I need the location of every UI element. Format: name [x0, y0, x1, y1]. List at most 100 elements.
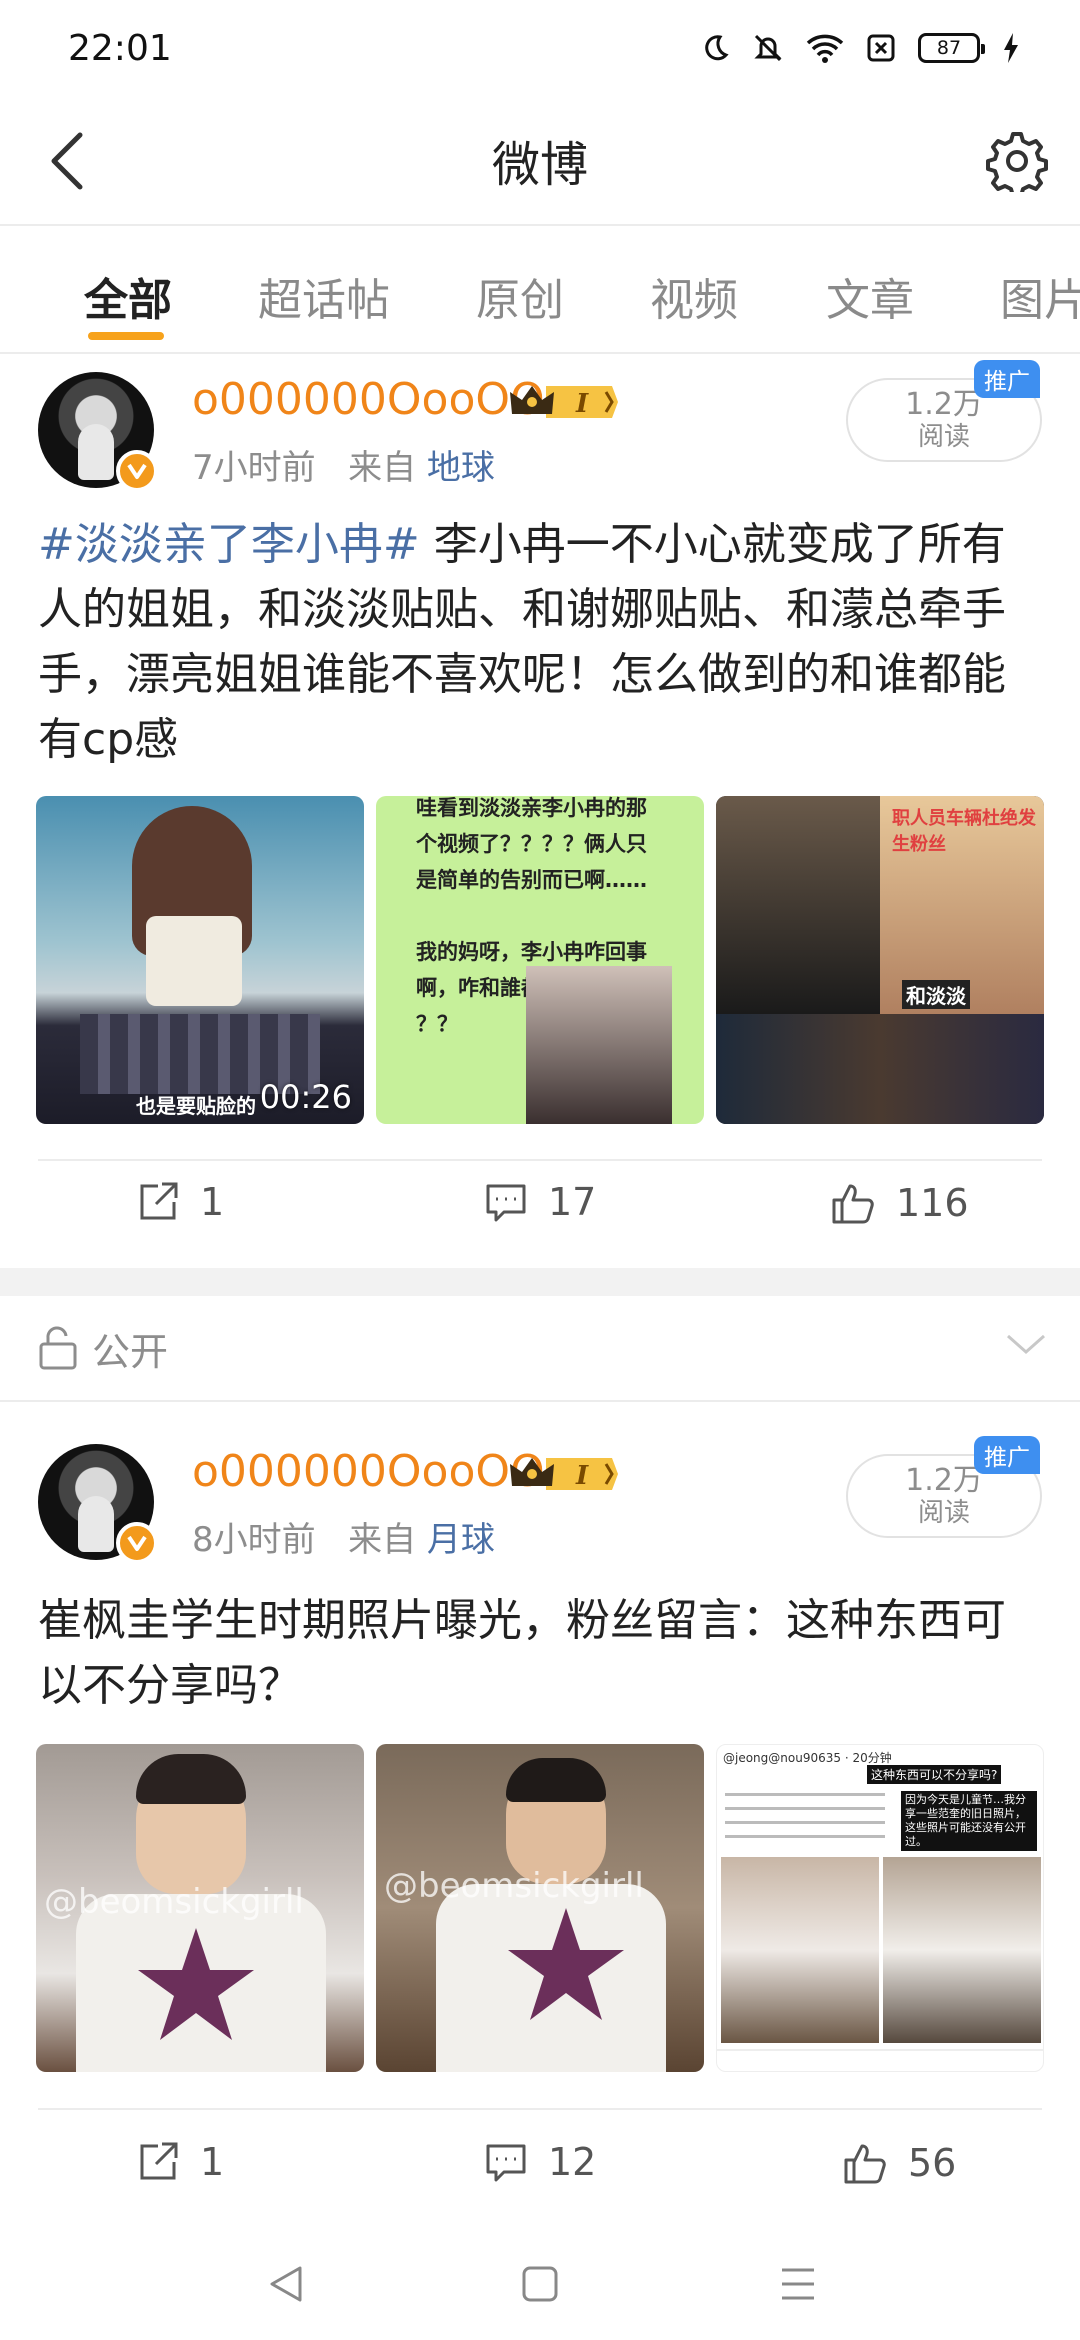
- app-header: 微博: [0, 96, 1080, 226]
- svg-text:I: I: [575, 389, 589, 419]
- photo-panel: [716, 1014, 1044, 1124]
- chevron-down-icon[interactable]: [1006, 1332, 1046, 1356]
- post-divider: [38, 2108, 1042, 2110]
- like-button[interactable]: 116: [830, 1180, 969, 1226]
- post-time: 8小时前: [192, 1520, 316, 1560]
- image-sign-text: 和淡淡: [902, 980, 970, 1009]
- post-text: 崔枫圭学生时期照片曝光，粉丝留言：这种东西可以不分享吗？: [38, 1595, 1006, 1711]
- share-button[interactable]: 1: [136, 1180, 224, 1224]
- system-nav-bar: [0, 2220, 1080, 2340]
- post-card[interactable]: o000000OooOO I 7小时前 来自 地球 1.2万 阅读 推广 #淡淡…: [0, 354, 1080, 1268]
- menu-lines-icon: [782, 2268, 814, 2300]
- wifi-icon: [806, 34, 844, 63]
- gear-icon: [986, 132, 1048, 192]
- comment-icon: [486, 1184, 526, 1222]
- tab-images[interactable]: 图片: [1000, 264, 1080, 328]
- tab-all[interactable]: 全部: [84, 264, 172, 328]
- section-gap: [0, 1268, 1080, 1296]
- comment-button[interactable]: 12: [484, 2140, 596, 2184]
- person-hair: [136, 1754, 246, 1804]
- vip-crown-badge-icon: I: [510, 1458, 618, 1491]
- share-button[interactable]: 1: [136, 2140, 224, 2184]
- svg-text:I: I: [575, 1461, 589, 1491]
- post-text: #淡淡亲了李小冉# 李小冉一不小心就变成了所有人的姐姐，和淡淡贴贴、和谢娜贴贴、…: [38, 512, 1048, 772]
- screenshot-photo: [721, 1857, 879, 2043]
- post-divider: [38, 1159, 1042, 1161]
- post-source[interactable]: 地球: [427, 448, 495, 488]
- post-card[interactable]: o000000OooOO I 8小时前 来自 月球 1.2万 阅读 推广 崔枫圭…: [0, 1402, 1080, 2220]
- post-image[interactable]: 职人员车辆杜绝发生粉丝 和淡淡: [716, 796, 1044, 1124]
- nav-back-button[interactable]: [256, 2254, 316, 2314]
- post-source[interactable]: 月球: [427, 1520, 495, 1560]
- share-count: 1: [200, 1180, 225, 1224]
- post-image[interactable]: 哇看到淡淡亲李小冉的那 个视频了？？？？俩人只 是简单的告别而已啊…… 我的妈呀…: [376, 796, 704, 1124]
- post-video-thumbnail[interactable]: 也是要贴脸的 00:26: [36, 796, 364, 1124]
- screenshot-handle: @jeong@nou90635 · 20分钟: [723, 1751, 892, 1765]
- avatar[interactable]: [38, 372, 158, 492]
- post-meta: 8小时前 来自 月球: [192, 1512, 495, 1561]
- visibility-bar[interactable]: 公开: [0, 1296, 1080, 1402]
- comment-button[interactable]: 17: [484, 1180, 596, 1224]
- avatar-figure: [78, 424, 114, 480]
- read-count-pill[interactable]: 1.2万 阅读 推广: [846, 360, 1042, 462]
- filter-tabs: 全部 超话帖 原创 视频 文章 图片: [0, 228, 1080, 354]
- screenshot-photo: [883, 1857, 1041, 2043]
- screenshot-quote: 这种东西可以不分享吗?: [867, 1765, 1002, 1784]
- triangle-back-icon: [270, 2266, 302, 2302]
- tab-article[interactable]: 文章: [826, 264, 914, 328]
- image-text-gap: [416, 898, 653, 934]
- status-bar: 22:01 87: [0, 0, 1080, 96]
- verified-badge-icon: [116, 450, 158, 492]
- settings-button[interactable]: [982, 126, 1052, 196]
- person-hair: [506, 1758, 606, 1802]
- hashtag-link[interactable]: #淡淡亲了李小冉#: [38, 519, 420, 570]
- tab-video[interactable]: 视频: [650, 264, 738, 328]
- post-image[interactable]: @jeong@nou90635 · 20分钟 这种东西可以不分享吗? 因为今天是…: [716, 1744, 1044, 2072]
- thumbs-up-icon: [844, 2144, 886, 2184]
- moon-icon: [705, 35, 729, 61]
- charging-icon: [1004, 33, 1018, 63]
- battery-icon: 87: [918, 33, 985, 63]
- like-count: 56: [908, 2141, 957, 2185]
- post-image[interactable]: @beomsickgirll: [376, 1744, 704, 2072]
- back-button[interactable]: [36, 128, 96, 194]
- read-count-pill[interactable]: 1.2万 阅读 推广: [846, 1436, 1042, 1538]
- nav-home-button[interactable]: [510, 2254, 570, 2314]
- username[interactable]: o000000OooOO: [192, 1446, 545, 1497]
- username[interactable]: o000000OooOO: [192, 374, 545, 425]
- image-watermark: @beomsickgirll: [44, 1882, 304, 1922]
- thumbs-up-icon: [832, 1184, 874, 1224]
- bell-off-icon: [754, 34, 782, 62]
- unlock-icon: [39, 1326, 77, 1370]
- share-icon: [140, 2142, 178, 2180]
- sim-off-icon: [867, 34, 895, 62]
- read-label: 阅读: [917, 422, 970, 452]
- tab-super-topic[interactable]: 超话帖: [258, 264, 390, 328]
- avatar[interactable]: [38, 1444, 158, 1564]
- star-icon: [508, 1908, 624, 2020]
- verified-badge-icon: [116, 1522, 158, 1564]
- comment-icon: [486, 2144, 526, 2182]
- promo-tag: 推广: [974, 1436, 1040, 1474]
- visibility-label: 公开: [92, 1329, 169, 1374]
- status-icons: 87: [700, 32, 1020, 64]
- post-time: 7小时前: [192, 448, 316, 488]
- vip-crown-badge-icon: I: [510, 386, 618, 419]
- status-time: 22:01: [68, 27, 172, 69]
- share-icon: [140, 1182, 178, 1220]
- post-meta: 7小时前 来自 地球: [192, 440, 495, 489]
- nav-menu-button[interactable]: [768, 2254, 828, 2314]
- like-button[interactable]: 56: [842, 2140, 956, 2186]
- like-count: 116: [896, 1181, 969, 1225]
- post-image[interactable]: @beomsickgirll: [36, 1744, 364, 2072]
- avatar-figure: [78, 1496, 114, 1552]
- image-watermark: @beomsickgirll: [384, 1866, 644, 1906]
- page-title: 微博: [491, 137, 588, 193]
- tab-original[interactable]: 原创: [476, 264, 564, 328]
- share-count: 1: [200, 2140, 225, 2184]
- photo-panel: [716, 796, 880, 1014]
- image-text-line: 哇看到淡淡亲李小冉的那: [416, 796, 647, 820]
- screenshot-note: 因为今天是儿童节…我分享一些范奎的旧日照片，这些照片可能还没有公开过。: [901, 1791, 1037, 1851]
- battery-level: 87: [936, 37, 962, 59]
- image-text-line: 个视频了？？？？俩人只: [416, 832, 647, 856]
